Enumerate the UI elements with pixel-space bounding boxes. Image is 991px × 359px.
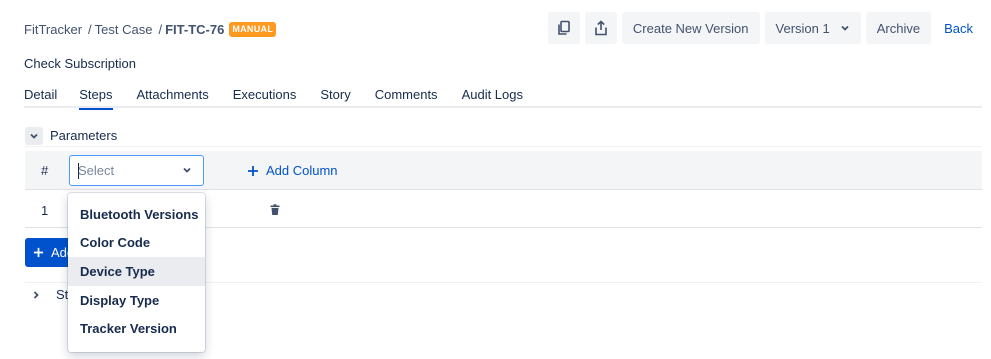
parameters-section-header: Parameters [25, 125, 982, 147]
text-cursor [78, 163, 79, 179]
add-column-button[interactable]: Add Column [247, 163, 338, 178]
parameter-select[interactable]: Select [69, 155, 204, 186]
column-header-number: # [41, 163, 49, 178]
archive-button[interactable]: Archive [865, 12, 932, 44]
create-new-version-button[interactable]: Create New Version [621, 12, 760, 44]
dropdown-option-tracker-version[interactable]: Tracker Version [68, 314, 205, 343]
breadcrumb-section[interactable]: Test Case [95, 22, 153, 37]
breadcrumb-project[interactable]: FitTracker [24, 22, 82, 37]
tab-comments[interactable]: Comments [375, 84, 438, 108]
share-button[interactable] [584, 12, 617, 44]
tab-bar: Detail Steps Attachments Executions Stor… [24, 84, 982, 110]
parameter-select-placeholder: Select [78, 163, 115, 178]
tab-attachments[interactable]: Attachments [137, 84, 209, 108]
version-select-value: Version 1 [775, 20, 830, 36]
tab-detail[interactable]: Detail [24, 84, 57, 108]
plus-icon [248, 165, 258, 176]
chevron-down-icon [30, 133, 38, 139]
share-icon [595, 20, 607, 36]
page-title: Check Subscription [24, 56, 136, 71]
dropdown-option-bluetooth-versions[interactable]: Bluetooth Versions [68, 200, 205, 229]
dropdown-option-device-type[interactable]: Device Type [68, 257, 205, 286]
tab-executions[interactable]: Executions [233, 84, 297, 108]
plus-icon [33, 247, 44, 258]
header-toolbar: Create New Version Version 1 Archive Bac… [547, 12, 981, 44]
chevron-right-icon[interactable] [31, 290, 41, 300]
back-button[interactable]: Back [936, 12, 981, 44]
dropdown-option-color-code[interactable]: Color Code [68, 229, 205, 258]
dropdown-option-display-type[interactable]: Display Type [68, 286, 205, 315]
tab-audit-logs[interactable]: Audit Logs [462, 84, 523, 108]
parameters-table-header: # Select Add Column [25, 151, 982, 190]
breadcrumb-separator: / [88, 21, 92, 37]
copy-icon [558, 20, 570, 35]
status-badge: MANUAL [229, 21, 277, 37]
parameter-dropdown-menu: Bluetooth Versions Color Code Device Typ… [68, 193, 205, 352]
trash-icon [270, 204, 280, 215]
row-number: 1 [41, 203, 49, 218]
delete-row-button[interactable] [269, 203, 281, 221]
breadcrumb-separator: / [158, 21, 163, 37]
add-column-label: Add Column [266, 163, 338, 178]
tab-steps[interactable]: Steps [79, 84, 113, 110]
page: FitTracker / Test Case / FIT-TC-76 MANUA… [0, 0, 991, 359]
parameters-label: Parameters [50, 128, 118, 143]
parameters-collapse-button[interactable] [25, 126, 43, 145]
breadcrumb: FitTracker / Test Case / FIT-TC-76 MANUA… [24, 19, 277, 39]
chevron-down-icon[interactable] [181, 164, 193, 176]
issue-key: FIT-TC-76 [165, 21, 225, 37]
chevron-down-icon [841, 25, 849, 31]
tab-story[interactable]: Story [320, 84, 350, 108]
copy-button[interactable] [547, 12, 580, 44]
version-select[interactable]: Version 1 [764, 12, 861, 44]
